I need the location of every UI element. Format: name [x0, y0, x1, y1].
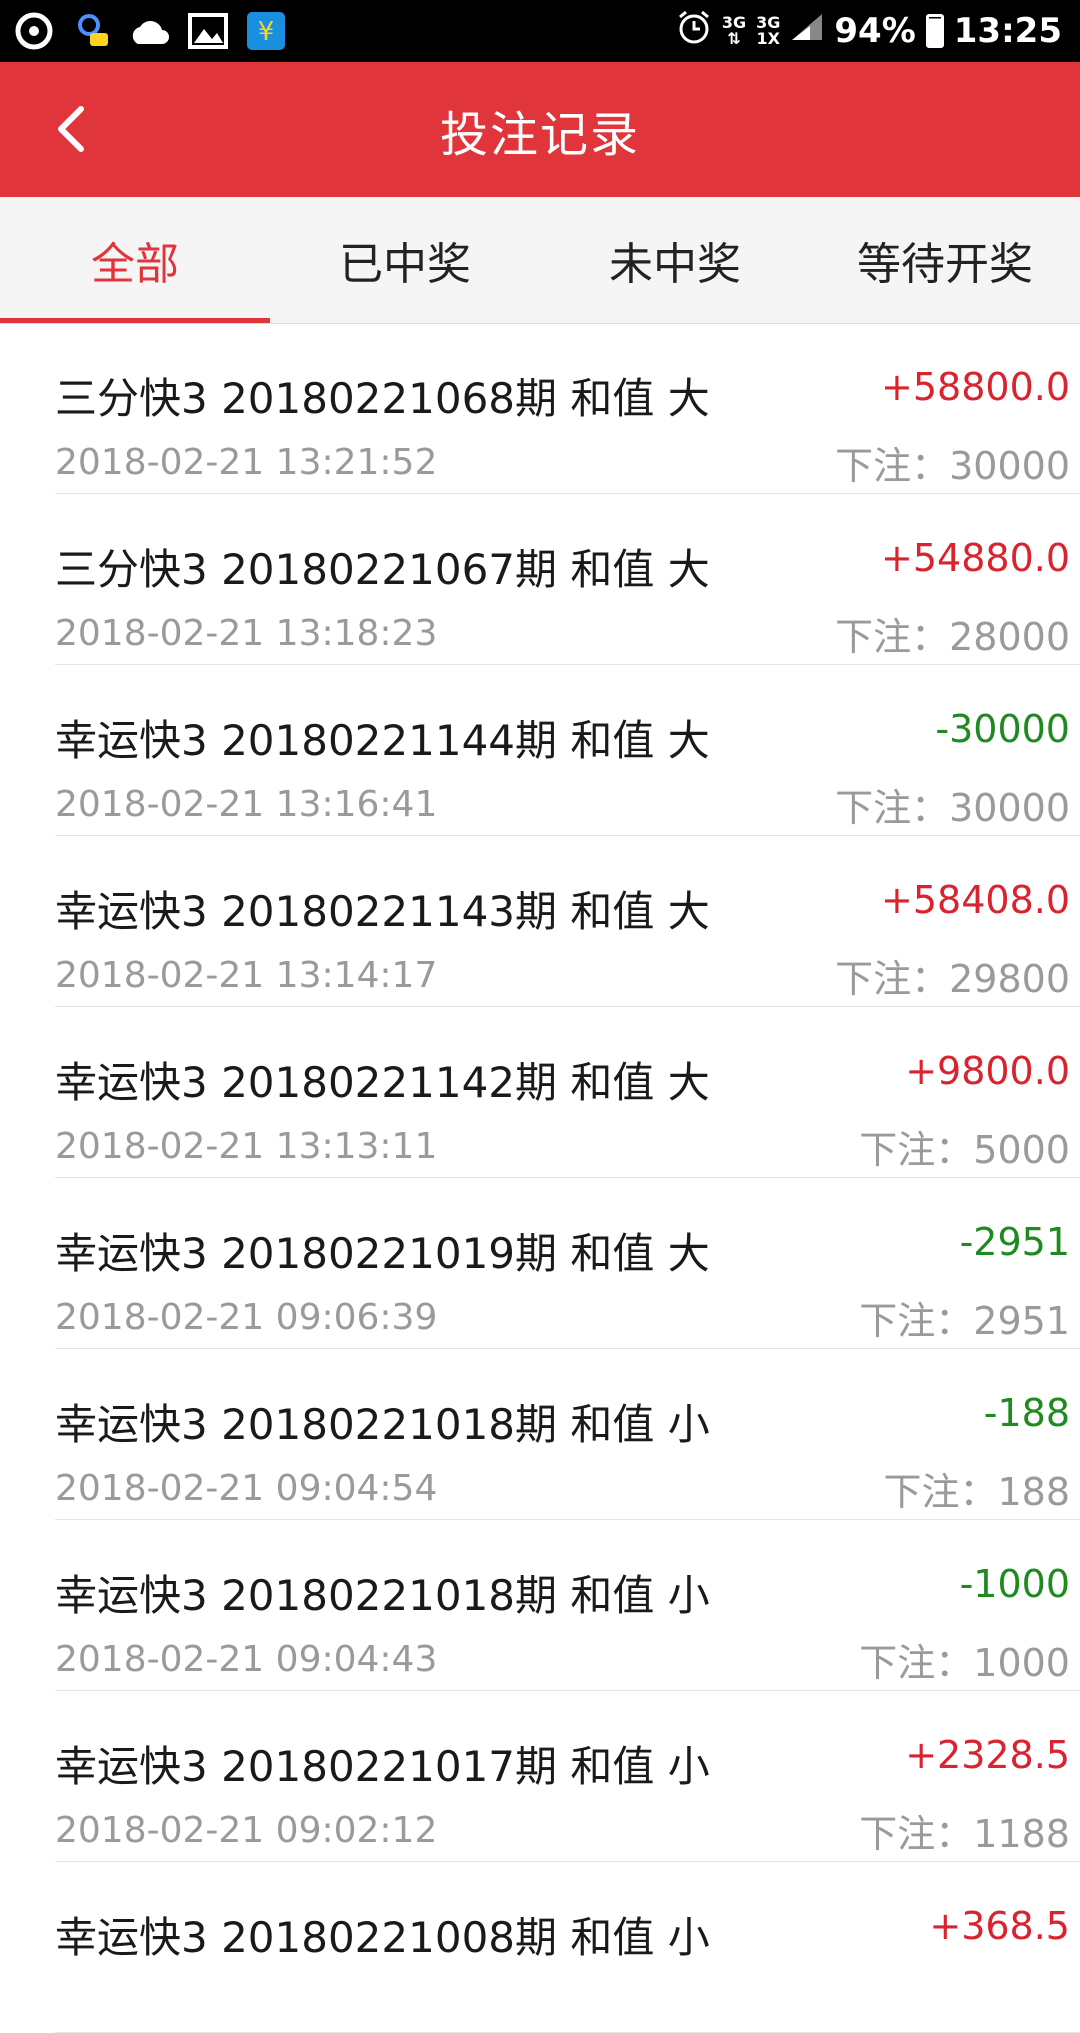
- record-bet: 下注：5000: [859, 1128, 1070, 1172]
- record-amount: -1000: [959, 1562, 1070, 1606]
- record-time: 2018-02-21 09:04:54: [55, 1468, 438, 1509]
- record-amount: +368.5: [929, 1904, 1070, 1948]
- record-amount: -30000: [935, 707, 1070, 751]
- record-title: 幸运快3 20180221017期 和值 小: [55, 1742, 710, 1791]
- network-type-1x: 3G 1X: [756, 13, 781, 48]
- record-title: 幸运快3 20180221143期 和值 大: [55, 887, 710, 936]
- signal-icon: [790, 11, 824, 51]
- page-title: 投注记录: [439, 106, 640, 163]
- list-item[interactable]: 幸运快3 20180221143期 和值 大 2018-02-21 13:14:…: [55, 836, 1080, 1007]
- status-bar-system: 3G ⇅ 3G 1X 94% 13:25: [676, 9, 1080, 54]
- record-time: 2018-02-21 09:02:12: [55, 1810, 438, 1851]
- cloud-icon: [128, 9, 172, 53]
- record-amount: -2951: [959, 1220, 1070, 1264]
- list-item[interactable]: 幸运快3 20180221142期 和值 大 2018-02-21 13:13:…: [55, 1007, 1080, 1178]
- filter-tabs: 全部 已中奖 未中奖 等待开奖: [0, 197, 1080, 324]
- record-time: 2018-02-21 13:13:11: [55, 1126, 438, 1167]
- list-item[interactable]: 幸运快3 20180221019期 和值 大 2018-02-21 09:06:…: [55, 1178, 1080, 1349]
- record-amount: +9800.0: [905, 1049, 1070, 1093]
- list-item[interactable]: 幸运快3 20180221018期 和值 小 2018-02-21 09:04:…: [55, 1349, 1080, 1520]
- record-bet: 下注：1188: [859, 1812, 1070, 1856]
- bet-record-list: 三分快3 20180221068期 和值 大 2018-02-21 13:21:…: [0, 323, 1080, 2033]
- record-time: 2018-02-21 13:18:23: [55, 613, 438, 654]
- record-amount: +58408.0: [881, 878, 1070, 922]
- record-amount: -188: [983, 1391, 1070, 1435]
- record-title: 幸运快3 20180221142期 和值 大: [55, 1058, 710, 1107]
- record-bet: 下注：1000: [859, 1641, 1070, 1685]
- alarm-icon: [676, 9, 712, 54]
- back-button[interactable]: [35, 94, 105, 164]
- tab-not-won[interactable]: 未中奖: [540, 197, 810, 323]
- record-bet: 下注：29800: [835, 957, 1070, 1001]
- record-time: 2018-02-21 09:04:43: [55, 1639, 438, 1680]
- tab-won[interactable]: 已中奖: [270, 197, 540, 323]
- app-notification-icon: [12, 9, 56, 53]
- list-item[interactable]: 幸运快3 20180221018期 和值 小 2018-02-21 09:04:…: [55, 1520, 1080, 1691]
- network-type-3g: 3G ⇅: [721, 13, 747, 48]
- status-bar-notifications: ¥: [0, 9, 288, 53]
- record-amount: +54880.0: [881, 536, 1070, 580]
- record-title: 三分快3 20180221067期 和值 大: [55, 545, 710, 594]
- record-amount: +2328.5: [905, 1733, 1070, 1777]
- battery-icon: [925, 14, 944, 48]
- record-bet: 下注：30000: [835, 786, 1070, 830]
- record-time: 2018-02-21 09:06:39: [55, 1297, 438, 1338]
- battery-percent: 94%: [834, 11, 916, 51]
- record-amount: +58800.0: [881, 365, 1070, 409]
- status-bar: ¥ 3G ⇅ 3G 1X 94% 13:25: [0, 0, 1080, 62]
- record-title: 幸运快3 20180221018期 和值 小: [55, 1571, 710, 1620]
- record-time: 2018-02-21 13:14:17: [55, 955, 438, 996]
- record-bet: 下注：30000: [835, 444, 1070, 488]
- clock: 13:25: [953, 11, 1062, 51]
- svg-text:¥: ¥: [258, 17, 275, 47]
- list-item[interactable]: 三分快3 20180221067期 和值 大 2018-02-21 13:18:…: [55, 494, 1080, 665]
- list-item[interactable]: 幸运快3 20180221144期 和值 大 2018-02-21 13:16:…: [55, 665, 1080, 836]
- app-header: 投注记录: [0, 62, 1080, 197]
- record-title: 幸运快3 20180221144期 和值 大: [55, 716, 710, 765]
- record-time: 2018-02-21 13:21:52: [55, 442, 438, 483]
- record-title: 三分快3 20180221068期 和值 大: [55, 374, 710, 423]
- tab-pending[interactable]: 等待开奖: [810, 197, 1080, 323]
- record-title: 幸运快3 20180221018期 和值 小: [55, 1400, 710, 1449]
- record-bet: 下注：188: [883, 1470, 1070, 1514]
- payment-app-icon: ¥: [244, 9, 288, 53]
- list-item[interactable]: 三分快3 20180221068期 和值 大 2018-02-21 13:21:…: [55, 323, 1080, 494]
- image-icon: [186, 9, 230, 53]
- record-bet: 下注：2951: [859, 1299, 1070, 1343]
- chat-notification-icon: [70, 9, 114, 53]
- record-title: 幸运快3 20180221008期 和值 小: [55, 1913, 710, 1962]
- list-item[interactable]: 幸运快3 20180221008期 和值 小 +368.5: [55, 1862, 1080, 2033]
- record-title: 幸运快3 20180221019期 和值 大: [55, 1229, 710, 1278]
- record-time: 2018-02-21 13:16:41: [55, 784, 438, 825]
- list-item[interactable]: 幸运快3 20180221017期 和值 小 2018-02-21 09:02:…: [55, 1691, 1080, 1862]
- tab-all[interactable]: 全部: [0, 197, 270, 323]
- chevron-left-icon: [58, 106, 84, 152]
- record-bet: 下注：28000: [835, 615, 1070, 659]
